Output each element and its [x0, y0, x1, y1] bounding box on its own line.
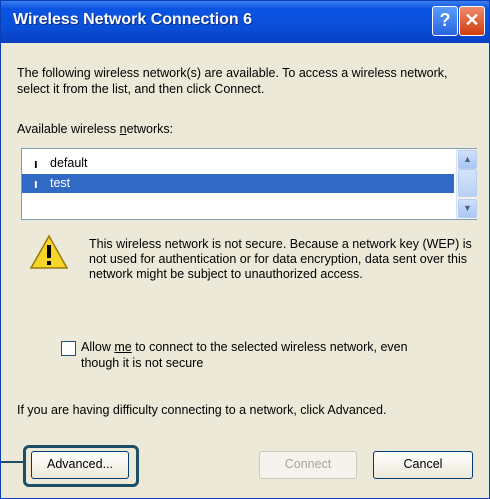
scroll-down-button[interactable]: ▼	[458, 199, 477, 218]
wireless-antenna-icon: ı	[34, 176, 38, 191]
wireless-connection-dialog: Wireless Network Connection 6 ? ✕ The fo…	[0, 0, 490, 499]
security-warning-text: This wireless network is not secure. Bec…	[89, 237, 472, 281]
warning-icon	[29, 234, 69, 269]
scroll-up-button[interactable]: ▲	[458, 150, 477, 169]
list-scrollbar[interactable]: ▲ ▼	[456, 149, 477, 219]
cancel-button[interactable]: Cancel	[373, 451, 473, 479]
allow-insecure-label[interactable]: Allow me to connect to the selected wire…	[81, 339, 441, 371]
scroll-thumb[interactable]	[458, 169, 477, 197]
advanced-hint-text: If you are having difficulty connecting …	[17, 403, 387, 417]
window-title: Wireless Network Connection 6	[13, 11, 253, 28]
advanced-button[interactable]: Advanced...	[31, 451, 129, 479]
wireless-antenna-icon: ı	[34, 156, 38, 171]
network-list[interactable]: ı default ı test ▲ ▼	[21, 148, 477, 220]
close-button[interactable]: ✕	[459, 6, 485, 36]
connect-button[interactable]: Connect	[259, 451, 357, 479]
title-bar[interactable]: Wireless Network Connection 6 ? ✕	[1, 1, 489, 43]
network-name: default	[50, 156, 88, 170]
allow-insecure-checkbox[interactable]	[61, 341, 76, 356]
help-button[interactable]: ?	[432, 6, 458, 36]
available-networks-label: Available wireless networks:	[17, 122, 174, 136]
network-name: test	[50, 176, 71, 190]
callout-pointer-line	[1, 461, 23, 463]
network-item-test[interactable]: ı test	[22, 174, 454, 193]
intro-text: The following wireless network(s) are av…	[17, 66, 448, 96]
network-item-default[interactable]: ı default	[22, 154, 454, 173]
